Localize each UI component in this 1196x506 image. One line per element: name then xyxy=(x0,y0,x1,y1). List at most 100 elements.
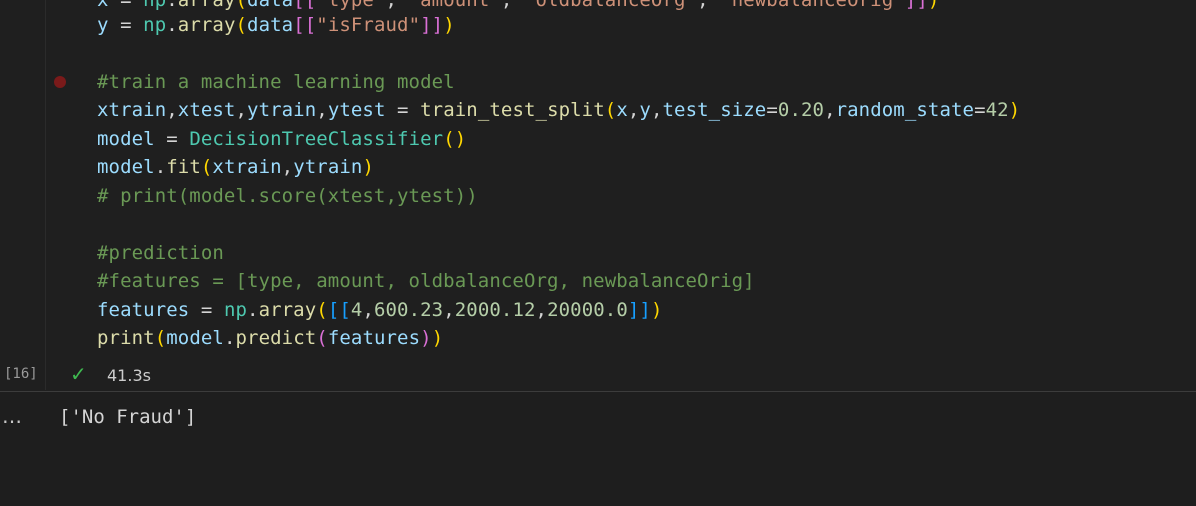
tok: ) xyxy=(431,327,444,349)
tok: 600.23 xyxy=(373,299,444,321)
code-line: print(model.predict(features)) xyxy=(97,324,443,352)
tok: model xyxy=(97,156,155,178)
tok: array xyxy=(177,0,236,11)
tok: () xyxy=(443,128,467,150)
tok: 42 xyxy=(985,99,1009,121)
code-comment: # print(model.score(xtest,ytest)) xyxy=(97,185,478,207)
success-check-icon: ✓ xyxy=(70,362,87,386)
tok: 20000.0 xyxy=(547,299,628,321)
tok: , xyxy=(824,99,836,121)
tok: , xyxy=(316,99,328,121)
tok: "isFraud" xyxy=(316,14,421,36)
code-line: xtrain,xtest,ytrain,ytest = train_test_s… xyxy=(97,96,1020,124)
tok: y xyxy=(639,99,651,121)
tok: , xyxy=(362,299,374,321)
tok: ]] xyxy=(904,0,928,11)
execution-count: [16] xyxy=(4,366,38,382)
tok: ( xyxy=(235,0,248,11)
tok: x xyxy=(97,0,109,11)
breakpoint-icon[interactable] xyxy=(54,76,66,88)
tok: [[ xyxy=(293,0,317,11)
tok: model xyxy=(97,128,155,150)
tok: ) xyxy=(420,327,432,349)
code-line: model.fit(xtrain,ytrain) xyxy=(97,153,374,181)
tok: , xyxy=(627,99,640,121)
tok: predict xyxy=(235,327,317,349)
tok: data xyxy=(247,14,294,36)
tok: , xyxy=(650,99,663,121)
tok: y xyxy=(97,14,109,36)
tok: , xyxy=(500,0,524,11)
tok: train_test_split xyxy=(420,99,605,121)
tok: np xyxy=(223,299,248,321)
tok: print xyxy=(97,327,155,349)
tok: , xyxy=(385,0,409,11)
tok: ytest xyxy=(327,99,386,121)
tok: np xyxy=(143,14,167,36)
cell-output: ['No Fraud'] xyxy=(59,406,197,428)
tok: = xyxy=(385,99,421,121)
tok: , xyxy=(281,156,294,178)
tok: ( xyxy=(154,327,167,349)
tok: fit xyxy=(166,156,201,178)
tok: array xyxy=(258,299,317,321)
tok: "oldbalanceOrg" xyxy=(523,0,698,11)
code-line: model = DecisionTreeClassifier() xyxy=(97,125,466,153)
tok: = xyxy=(766,99,778,121)
tok: = xyxy=(189,299,224,321)
tok: . xyxy=(166,14,178,36)
code-comment: #features = [type, amount, oldbalanceOrg… xyxy=(97,270,755,292)
tok: xtrain xyxy=(212,156,282,178)
tok: ( xyxy=(200,156,213,178)
tok: xtest xyxy=(177,99,236,121)
tok: ytrain xyxy=(293,156,363,178)
tok: features xyxy=(327,327,421,349)
tok: ) xyxy=(443,14,455,36)
tok: = xyxy=(108,0,144,11)
tok: ) xyxy=(927,0,940,11)
tok: ) xyxy=(650,299,663,321)
tok: , xyxy=(235,99,248,121)
tok: "amount" xyxy=(408,0,501,11)
tok: ( xyxy=(316,327,328,349)
output-divider xyxy=(0,391,1196,392)
code-comment: #prediction xyxy=(97,242,224,264)
tok: data xyxy=(247,0,294,11)
tok: . xyxy=(166,0,178,11)
tok: ]] xyxy=(627,299,651,321)
tok: ) xyxy=(362,156,374,178)
execution-duration: 41.3s xyxy=(107,366,151,385)
tok: model xyxy=(166,327,224,349)
tok: x xyxy=(616,99,628,121)
tok: DecisionTreeClassifier xyxy=(189,128,444,150)
tok: ( xyxy=(235,14,248,36)
tok: np xyxy=(143,0,167,11)
tok: test_size xyxy=(662,99,767,121)
tok: , xyxy=(535,299,548,321)
tok: ]] xyxy=(420,14,444,36)
tok: [[ xyxy=(293,14,317,36)
tok: = xyxy=(108,14,144,36)
tok: 4 xyxy=(350,299,363,321)
tok: ) xyxy=(1008,99,1021,121)
code-line: features = np.array([[4,600.23,2000.12,2… xyxy=(97,296,663,324)
code-comment: #train a machine learning model xyxy=(97,71,455,93)
tok: = xyxy=(974,99,986,121)
tok: "type" xyxy=(316,0,386,11)
tok: xtrain xyxy=(97,99,167,121)
tok: . xyxy=(223,327,236,349)
tok: 2000.12 xyxy=(454,299,536,321)
tok: ( xyxy=(316,299,328,321)
tok: features xyxy=(97,299,190,321)
tok: . xyxy=(154,156,167,178)
tok: [[ xyxy=(327,299,351,321)
code-line: y = np.array(data[["isFraud"]]) xyxy=(97,11,455,39)
tok: , xyxy=(166,99,178,121)
tok: "newbalanceOrig" xyxy=(720,0,905,11)
tok: ( xyxy=(604,99,617,121)
tok: , xyxy=(697,0,721,11)
output-more-icon[interactable]: … xyxy=(2,404,23,428)
tok: , xyxy=(443,299,455,321)
code-cell[interactable]: x = np.array(data[["type", "amount", "ol… xyxy=(0,0,1196,392)
tok: . xyxy=(247,299,259,321)
